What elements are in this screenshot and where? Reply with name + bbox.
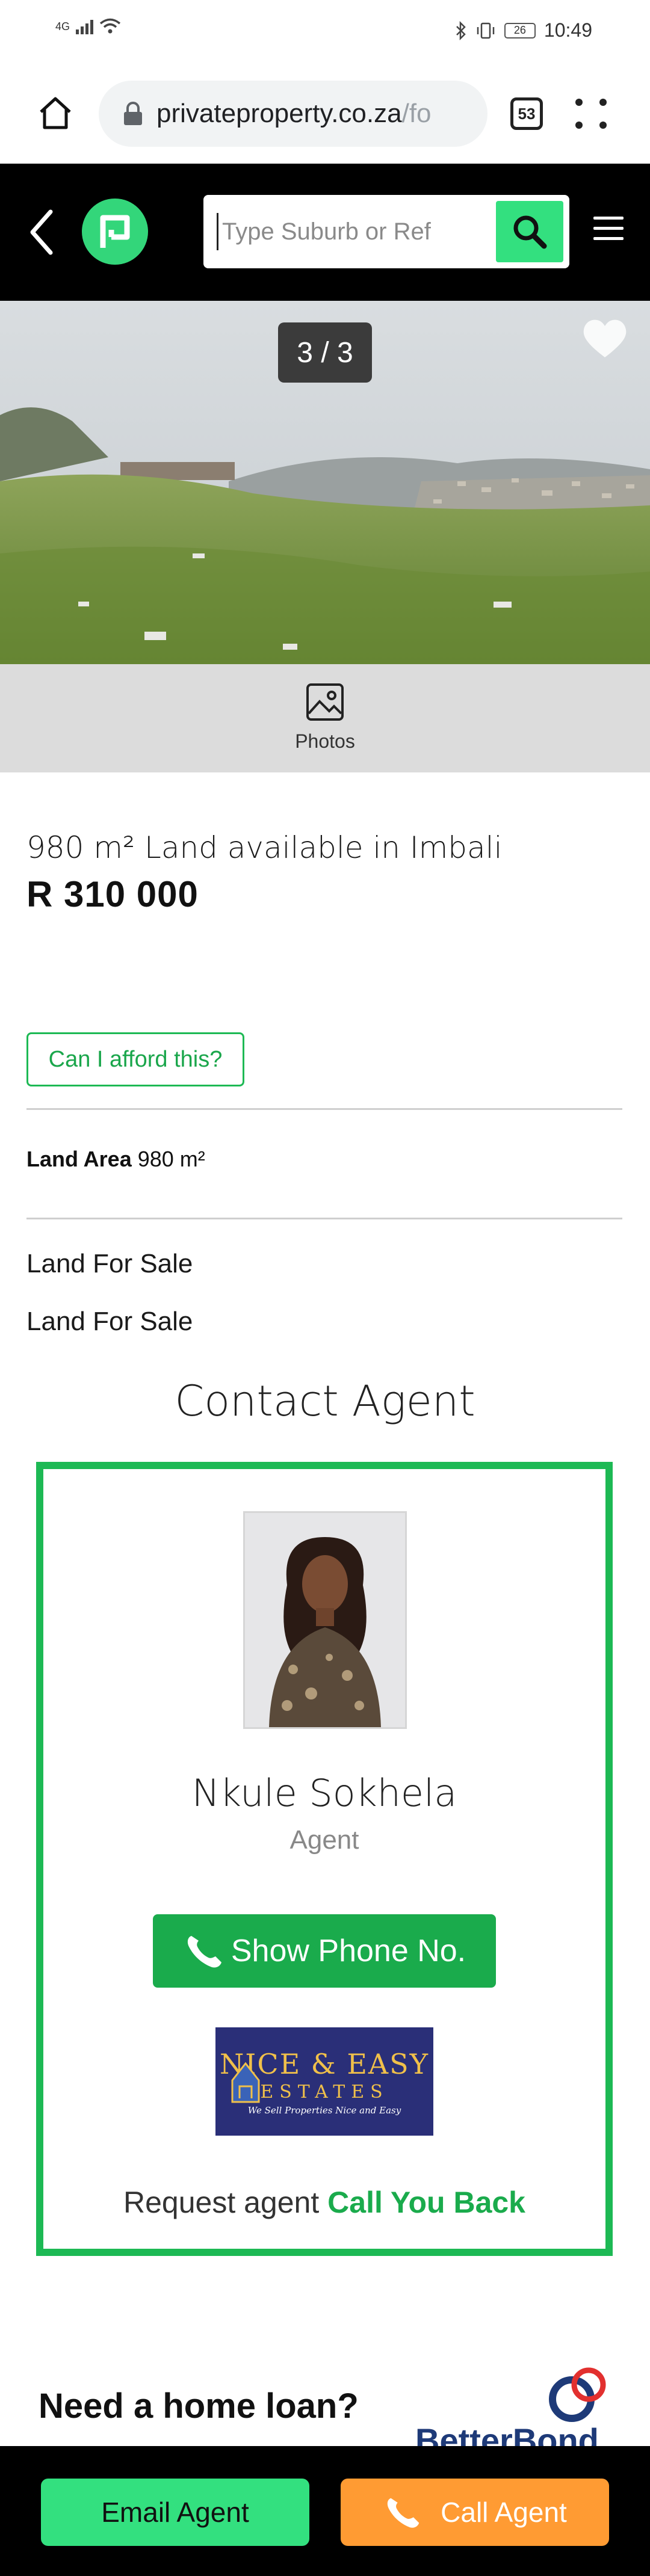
status-bar: 4G 26 10:49 — [0, 0, 650, 63]
site-logo[interactable] — [82, 199, 148, 265]
browser-menu-icon[interactable] — [575, 99, 608, 129]
agent-name: Nkule Sokhela — [191, 1771, 457, 1815]
logo-mark-icon — [100, 215, 130, 248]
contact-heading: Contact Agent — [175, 1376, 475, 1426]
agent-photo — [243, 1511, 407, 1729]
home-loan-heading: Need a home loan? — [39, 2386, 359, 2426]
callback-row: Request agent Call You Back — [43, 2185, 605, 2220]
property-type-line: Land For Sale — [26, 1249, 193, 1278]
afford-button[interactable]: Can I afford this? — [26, 1032, 244, 1086]
land-area-label: Land Area — [26, 1147, 132, 1171]
bluetooth-icon — [456, 20, 466, 40]
search-button[interactable] — [496, 201, 563, 262]
show-phone-button[interactable]: Show Phone No. — [153, 1914, 496, 1988]
url-domain: privateproperty.co.za — [156, 99, 402, 128]
heart-icon[interactable] — [581, 318, 628, 360]
email-agent-button[interactable]: Email Agent — [41, 2479, 309, 2546]
call-agent-label: Call Agent — [441, 2497, 567, 2528]
agency-logo[interactable]: NICE & EASY ESTATES We Sell Properties N… — [215, 2027, 433, 2136]
agency-subname: ESTATES — [260, 2081, 389, 2103]
property-type-line: Land For Sale — [26, 1307, 193, 1336]
agent-role: Agent — [289, 1825, 359, 1855]
wifi-icon — [99, 18, 121, 34]
betterbond-rings-icon — [549, 2367, 606, 2422]
search-input[interactable] — [217, 213, 475, 250]
divider — [26, 1108, 622, 1110]
photos-bar: Photos — [0, 664, 650, 772]
address-bar[interactable]: privateproperty.co.za/fo — [99, 81, 488, 147]
network-type: 4G — [55, 20, 70, 32]
call-agent-button[interactable]: Call Agent — [341, 2479, 609, 2546]
bottom-action-bar: Email Agent Call Agent — [0, 2446, 650, 2576]
listing-price: R 310 000 — [26, 874, 199, 914]
agency-tagline: We Sell Properties Nice and Easy — [247, 2104, 401, 2116]
agent-portrait-image — [245, 1513, 405, 1727]
photo-counter: 3 / 3 — [278, 322, 372, 383]
property-photo[interactable]: 3 / 3 — [0, 301, 650, 664]
signal-group: 4G — [55, 18, 121, 35]
hamburger-menu-icon[interactable] — [593, 217, 624, 245]
listing-title: 980 m² Land available in Imbali — [26, 830, 503, 865]
house-logo-icon — [231, 2062, 260, 2103]
agent-card: Nkule Sokhela Agent Show Phone No. NICE … — [36, 1462, 613, 2256]
callback-link[interactable]: Call You Back — [327, 2186, 525, 2219]
battery-icon: 26 — [504, 22, 536, 39]
photos-label: Photos — [295, 730, 355, 752]
phone-icon — [387, 2498, 419, 2528]
clock: 10:49 — [543, 19, 592, 41]
back-arrow-icon[interactable] — [26, 208, 57, 256]
page: 4G 26 10:49 privateproperty.co.za/fo 53 — [0, 0, 650, 2576]
url-path: /fo — [401, 99, 432, 128]
land-area-row: Land Area 980 m² — [26, 1147, 205, 1172]
lock-icon — [124, 102, 142, 125]
photos-button[interactable]: Photos — [283, 682, 367, 760]
browser-toolbar: privateproperty.co.za/fo 53 — [0, 63, 650, 164]
phone-icon — [187, 1936, 221, 1968]
betterbond-logo[interactable]: BetterBond — [415, 2364, 614, 2459]
url-text: privateproperty.co.za/fo — [156, 99, 432, 129]
search-box — [203, 195, 569, 268]
site-header — [0, 164, 650, 301]
vibrate-icon — [477, 22, 495, 39]
home-icon[interactable] — [36, 94, 75, 132]
land-area-value: 980 m² — [137, 1147, 205, 1171]
image-icon — [306, 683, 344, 721]
signal-icon — [76, 19, 94, 34]
search-icon — [513, 215, 547, 249]
tab-switcher-button[interactable]: 53 — [510, 97, 543, 130]
divider — [26, 1218, 622, 1219]
show-phone-label: Show Phone No. — [231, 1934, 466, 1968]
status-right: 26 10:49 — [455, 19, 592, 42]
callback-prefix: Request agent — [123, 2186, 320, 2219]
